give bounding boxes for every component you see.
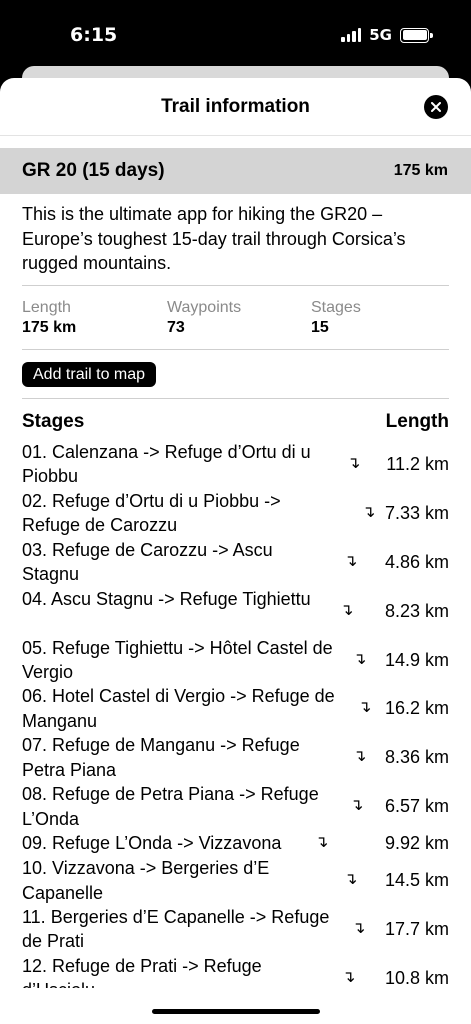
divider (22, 285, 449, 286)
divider (22, 349, 449, 350)
trail-info-sheet: Trail information GR 20 (15 days) 175 km… (0, 78, 471, 1024)
stage-row[interactable]: 03. Refuge de Carozzu -> Ascu Stagnu ↴ 4.8… (22, 538, 449, 587)
status-bar: 6:15 5G (0, 0, 471, 70)
stage-arrow-icon: ↴ (340, 601, 354, 619)
trail-description: This is the ultimate app for hiking the … (22, 204, 406, 273)
stage-length: 4.86 km (384, 551, 449, 572)
stage-length: 17.7 km (384, 919, 449, 940)
add-trail-to-map-button[interactable]: Add trail to map (22, 362, 157, 387)
stat-value: 73 (167, 319, 185, 336)
stage-row[interactable]: 08. Refuge de Petra Piana -> Refuge L’On… (22, 782, 449, 831)
stage-length: 16.2 km (384, 698, 449, 719)
stage-arrow-icon: ↴ (350, 797, 364, 815)
stage-row[interactable]: 11. Bergeries d’E Capanelle -> Refuge de… (22, 905, 449, 954)
stage-arrow-icon: ↴ (315, 834, 329, 852)
trail-name: GR 20 (15 days) (22, 160, 165, 181)
sheet-header: Trail information (0, 78, 471, 136)
stage-name: 03. Refuge de Carozzu -> Ascu Stagnu (22, 539, 273, 585)
stage-length: 6.57 km (384, 796, 449, 817)
stat-label: Stages (311, 299, 361, 316)
stages-column-header: Stages (22, 411, 85, 432)
stage-name: 04. Ascu Stagnu -> Refuge Tighiettu (22, 588, 311, 609)
stage-name: 05. Refuge Tighiettu -> Hôtel Castel de … (22, 637, 333, 682)
stage-name: 06. Hotel Castel di Vergio -> Refuge de … (22, 686, 335, 731)
stage-row[interactable]: 12. Refuge de Prati -> Refuge d’Usciolu ↴… (22, 954, 449, 988)
stage-row[interactable]: 10. Vizzavona -> Bergeries d’E Capanelle… (22, 856, 449, 905)
stage-length: 9.92 km (384, 833, 449, 854)
stage-row[interactable]: 09. Refuge L’Onda -> Vizzavona ↴ 9.92 km (22, 831, 449, 856)
cellular-signal-icon (341, 28, 362, 42)
close-icon (431, 102, 441, 112)
stat-label: Waypoints (167, 299, 242, 316)
stage-name: 02. Refuge d’Ortu di u Piobbu -> Refuge … (22, 490, 281, 536)
divider (22, 398, 449, 399)
stat-waypoints: Waypoints 73 (167, 298, 241, 338)
stat-length: Length 175 km (22, 298, 76, 338)
status-time: 6:15 (70, 24, 118, 46)
sheet-title: Trail information (161, 96, 310, 117)
stat-label: Length (22, 299, 71, 316)
home-indicator (152, 1009, 320, 1014)
network-type: 5G (369, 26, 392, 44)
stages-list[interactable]: 01. Calenzana -> Refuge d’Ortu di u Piob… (22, 440, 449, 988)
stage-row[interactable]: 06. Hotel Castel di Vergio -> Refuge de … (22, 684, 449, 733)
stage-row[interactable]: 02. Refuge d’Ortu di u Piobbu -> Refuge … (22, 489, 449, 538)
stage-name: 10. Vizzavona -> Bergeries d’E Capanelle (22, 858, 270, 903)
stage-arrow-icon: ↴ (358, 699, 372, 717)
stage-arrow-icon: ↴ (344, 871, 358, 889)
stage-length: 10.8 km (384, 967, 449, 988)
stage-name: 08. Refuge de Petra Piana -> Refuge L’On… (22, 784, 319, 829)
stage-name: 09. Refuge L’Onda -> Vizzavona (22, 833, 282, 854)
stat-stages: Stages 15 (311, 298, 361, 338)
stages-table-header: Stages Length (22, 411, 449, 433)
stage-length: 14.9 km (384, 649, 449, 670)
trail-title-bar: GR 20 (15 days) 175 km (0, 148, 471, 194)
stage-row[interactable]: 07. Refuge de Manganu -> Refuge Petra Pi… (22, 733, 449, 782)
stage-arrow-icon: ↴ (342, 968, 356, 986)
stage-name: 11. Bergeries d’E Capanelle -> Refuge de… (22, 907, 330, 952)
stage-name: 01. Calenzana -> Refuge d’Ortu di u Piob… (22, 442, 311, 487)
stage-arrow-icon: ↴ (347, 455, 361, 472)
trail-total-length: 175 km (393, 162, 448, 179)
stage-length: 14.5 km (384, 870, 449, 891)
stage-row[interactable]: 01. Calenzana -> Refuge d’Ortu di u Piob… (22, 440, 449, 489)
stage-length: 11.2 km (386, 454, 449, 474)
battery-icon (400, 27, 433, 43)
stage-arrow-icon: ↴ (352, 920, 366, 938)
stage-row[interactable]: 05. Refuge Tighiettu -> Hôtel Castel de … (22, 636, 449, 685)
stage-arrow-icon: ↴ (362, 503, 376, 521)
stage-length: 8.36 km (384, 747, 449, 768)
length-column-header: Length (385, 411, 449, 432)
stat-value: 175 km (22, 319, 77, 336)
stage-row[interactable]: 04. Ascu Stagnu -> Refuge Tighiettu ↴ 8.23… (22, 587, 449, 636)
stage-name: 07. Refuge de Manganu -> Refuge Petra Pi… (22, 735, 300, 780)
close-button[interactable] (424, 95, 448, 119)
status-indicators: 5G (341, 26, 433, 44)
stage-length: 7.33 km (384, 502, 449, 523)
stage-arrow-icon: ↴ (353, 650, 367, 668)
stage-name: 12. Refuge de Prati -> Refuge d’Usciolu (22, 955, 262, 988)
stage-arrow-icon: ↴ (344, 552, 358, 570)
stat-value: 15 (311, 319, 329, 336)
stage-length: 8.23 km (384, 600, 449, 621)
stage-arrow-icon: ↴ (353, 748, 367, 766)
